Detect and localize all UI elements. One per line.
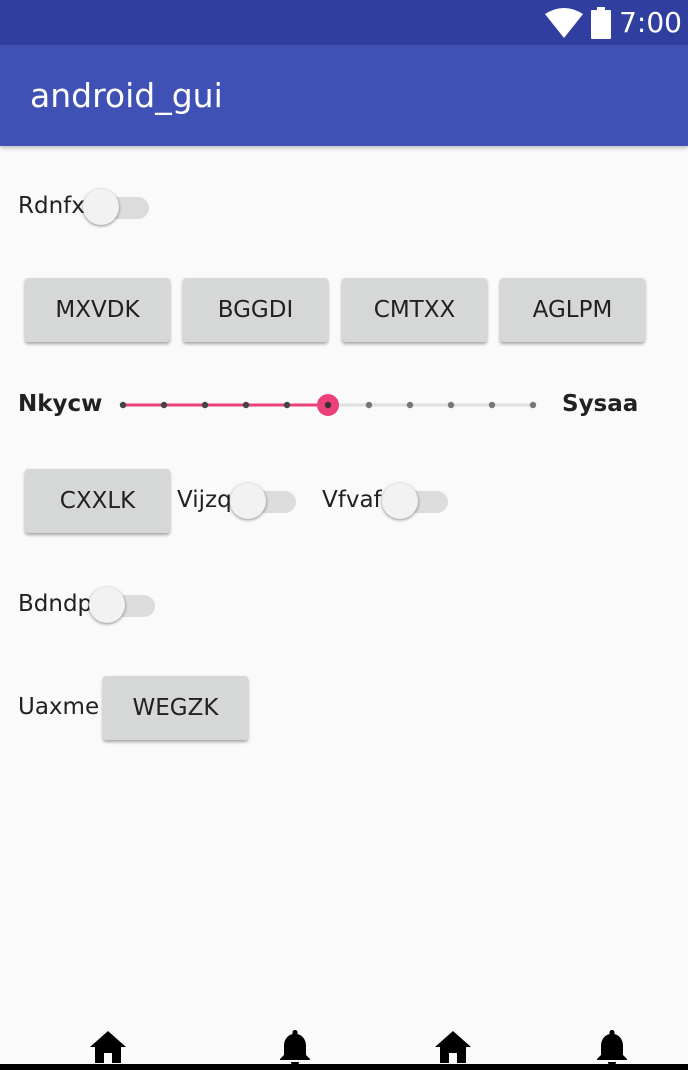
app-title: android_gui <box>30 76 223 115</box>
home-icon[interactable] <box>433 1027 473 1067</box>
status-bar: 7:00 <box>0 0 688 45</box>
button-cxxlk[interactable]: CXXLK <box>25 469 170 533</box>
bottom-nav <box>0 1022 688 1070</box>
wifi-icon <box>545 7 584 38</box>
status-time: 7:00 <box>619 6 682 39</box>
seekbar-tick <box>160 401 168 409</box>
switch-rdnfx[interactable] <box>83 187 149 227</box>
seekbar-tick <box>283 401 291 409</box>
seekbar-tick <box>242 401 250 409</box>
app-bar: android_gui <box>0 45 688 146</box>
switch-thumb <box>83 189 119 225</box>
seekbar-tick <box>119 401 127 409</box>
seekbar-tick <box>488 401 496 409</box>
nav-bottom-line <box>0 1064 688 1070</box>
button-bggdi[interactable]: BGGDI <box>183 278 328 342</box>
switch-vijzq[interactable] <box>230 481 296 521</box>
switch-label-rdnfx: Rdnfx <box>18 193 85 219</box>
seekbar[interactable] <box>108 385 548 425</box>
switch-vfvaf[interactable] <box>382 481 448 521</box>
switch-label-vfvaf: Vfvaf <box>322 487 382 513</box>
switch-label-vijzq: Vijzq <box>177 487 232 513</box>
seekbar-tick <box>406 401 414 409</box>
switch-thumb <box>382 483 418 519</box>
seekbar-tick <box>201 401 209 409</box>
button-wegzk[interactable]: WEGZK <box>103 676 248 740</box>
switch-bdndp[interactable] <box>89 585 155 625</box>
switch-thumb <box>230 483 266 519</box>
status-icons: 7:00 <box>545 0 682 45</box>
button-cmtxx[interactable]: CMTXX <box>342 278 487 342</box>
seekbar-left-label: Nkycw <box>18 391 103 417</box>
seekbar-tick <box>365 401 373 409</box>
button-mxvdk[interactable]: MXVDK <box>25 278 170 342</box>
switch-label-bdndp: Bdndp <box>18 591 93 617</box>
switch-thumb <box>89 587 125 623</box>
home-icon[interactable] <box>88 1027 128 1067</box>
bell-icon[interactable] <box>592 1027 632 1067</box>
bell-icon[interactable] <box>275 1027 315 1067</box>
seekbar-tick <box>529 401 537 409</box>
seekbar-tick <box>447 401 455 409</box>
seekbar-right-label: Sysaa <box>562 391 639 417</box>
battery-icon <box>591 6 612 39</box>
seekbar-thumb-tick <box>324 401 332 409</box>
button-aglpm[interactable]: AGLPM <box>500 278 645 342</box>
label-uaxme: Uaxme <box>18 694 100 720</box>
